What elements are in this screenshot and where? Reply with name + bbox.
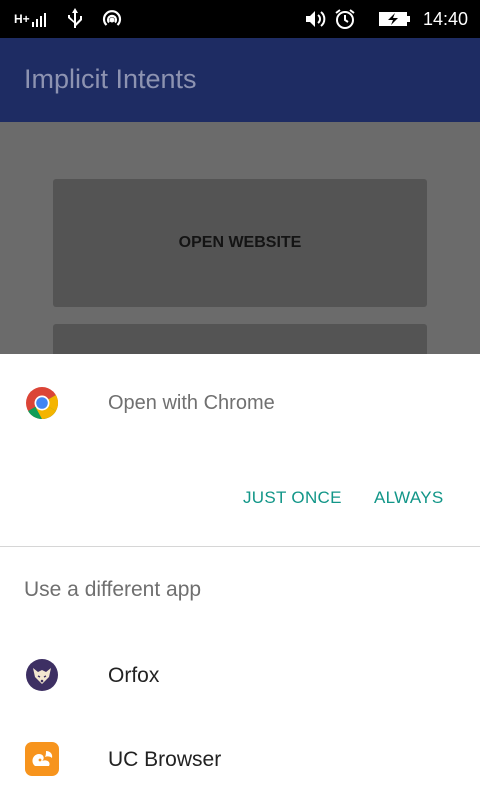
- app-option-label: Orfox: [108, 664, 160, 687]
- chrome-icon: [25, 386, 59, 420]
- volume-icon: [303, 0, 327, 38]
- app-option-uc-browser[interactable]: UC Browser: [0, 724, 480, 794]
- open-website-button[interactable]: OPEN WEBSITE: [53, 179, 427, 307]
- different-app-heading: Use a different app: [24, 578, 202, 601]
- app-content: OPEN WEBSITE: [0, 122, 480, 364]
- app-option-orfox[interactable]: Orfox: [0, 640, 480, 710]
- status-bar: H+ 14:40: [0, 0, 480, 38]
- open-with-chrome-text: Open with Chrome: [108, 392, 275, 414]
- usb-icon: [66, 0, 84, 38]
- battery-charging-icon: [378, 0, 412, 38]
- status-time: 14:40: [422, 8, 468, 29]
- divider: [0, 546, 480, 547]
- app-bar: Implicit Intents: [0, 38, 480, 122]
- chooser-actions: JUST ONCE ALWAYS: [0, 478, 480, 518]
- always-button[interactable]: ALWAYS: [374, 478, 444, 518]
- just-once-button[interactable]: JUST ONCE: [243, 478, 342, 518]
- signal-icon: [30, 0, 50, 38]
- app-title: Implicit Intents: [24, 64, 197, 94]
- hotspot-icon: [100, 0, 124, 38]
- uc-browser-icon: [25, 742, 59, 776]
- open-with-row: Open with Chrome: [0, 374, 480, 434]
- orfox-icon: [25, 658, 59, 692]
- alarm-icon: [333, 0, 357, 38]
- app-option-label: UC Browser: [108, 748, 222, 771]
- intent-chooser-sheet: Open with Chrome JUST ONCE ALWAYS Use a …: [0, 354, 480, 800]
- network-type-label: H+: [14, 12, 30, 26]
